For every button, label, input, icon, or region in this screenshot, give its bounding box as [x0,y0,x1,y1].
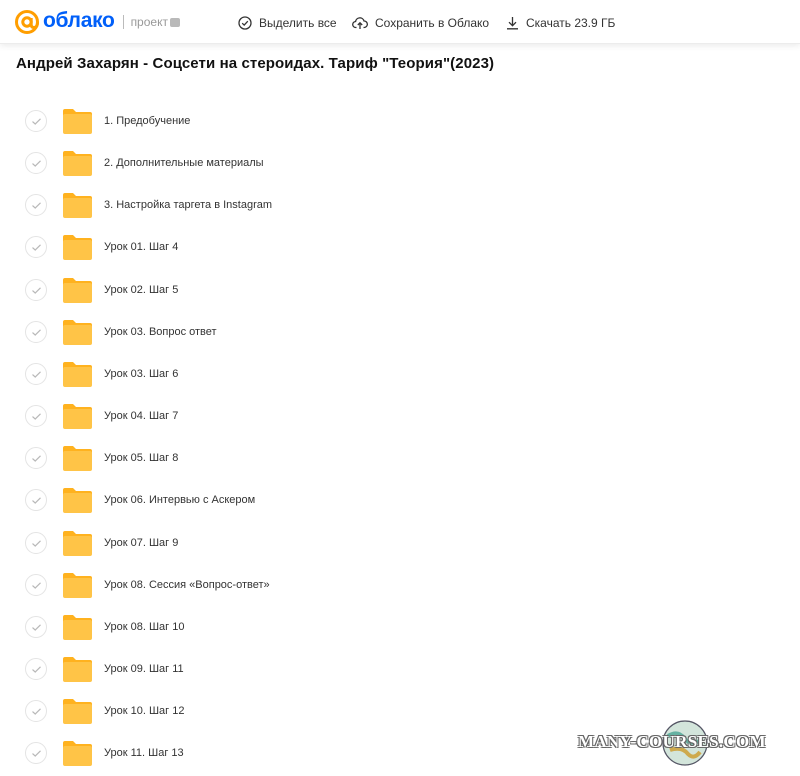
select-checkbox[interactable] [25,489,47,512]
folder-name: Урок 06. Интервью с Аскером [104,494,256,507]
select-checkbox[interactable] [25,615,47,638]
checkmark-icon [32,244,41,252]
download-icon [507,17,518,30]
save-to-cloud-label: Сохранить в Облако [375,16,490,30]
folder-name: Урок 11. Шаг 13 [104,747,184,760]
select-checkbox[interactable] [25,320,47,343]
checkmark-icon [32,118,41,125]
folder-icon [63,614,92,640]
folder-name: 3. Настройка таргета в Instagram [104,199,273,212]
folder-row[interactable]: 2. Дополнительные материалы [0,142,800,184]
select-checkbox[interactable] [25,278,47,301]
check-circle-icon [238,16,252,30]
folder-icon [63,656,92,682]
download-label: Скачать 23.9 ГБ [526,16,616,30]
folder-name: Урок 02. Шаг 5 [104,283,179,296]
folder-icon [63,488,92,514]
page-title: Андрей Захарян - Соцсети на стероидах. Т… [16,55,495,72]
folder-icon [63,193,92,219]
folder-icon [63,572,92,598]
checkmark-icon [32,455,41,463]
folder-row[interactable]: Урок 06. Интервью с Аскером [0,479,800,521]
folder-row[interactable]: Урок 01. Шаг 4 [0,226,800,268]
logo-subtitle: проект [130,15,168,29]
folder-icon [63,109,92,134]
folder-name: Урок 08. Шаг 10 [104,620,185,633]
save-to-cloud-button[interactable]: Сохранить в Облако [352,14,489,32]
checkmark-icon [32,708,41,715]
checkmark-icon [32,666,41,673]
folder-icon [63,404,92,430]
folder-name: Урок 10. Шаг 12 [104,705,185,718]
select-checkbox[interactable] [25,110,47,132]
folder-icon [63,741,92,767]
top-bar: облако проект Выделить все Сохранить в О… [0,0,800,44]
checkmark-icon [32,371,41,378]
folder-name: Урок 03. Вопрос ответ [104,325,217,338]
folder-row[interactable]: Урок 03. Шаг 6 [0,353,800,395]
select-checkbox[interactable] [25,573,47,596]
select-all-button[interactable]: Выделить все [238,14,337,32]
vk-badge-icon [169,17,180,27]
select-checkbox[interactable] [25,531,47,554]
select-checkbox[interactable] [25,152,47,175]
folder-row[interactable]: Урок 09. Шаг 11 [0,648,800,690]
checkmark-icon [32,624,41,631]
checkmark-icon [32,160,41,167]
select-checkbox[interactable] [25,405,47,428]
folder-name: 1. Предобучение [104,115,191,127]
folder-row[interactable]: Урок 02. Шаг 5 [0,269,800,311]
checkmark-icon [32,582,41,589]
folder-icon [63,699,92,725]
folder-icon [63,277,92,303]
folder-name: Урок 08. Сессия «Вопрос-ответ» [104,578,270,591]
folder-icon [63,235,92,261]
folder-icon [63,530,92,556]
select-checkbox[interactable] [25,236,47,259]
logo-divider [122,15,124,29]
checkmark-icon [32,202,41,210]
checkmark-icon [32,539,41,547]
folder-icon [63,151,92,177]
folder-row[interactable]: Урок 04. Шаг 7 [0,395,800,437]
checkmark-icon [32,286,41,294]
folder-name: Урок 07. Шаг 9 [104,536,179,549]
folder-row[interactable]: 3. Настройка таргета в Instagram [0,184,800,226]
folder-icon [63,319,92,345]
checkmark-icon [32,497,41,505]
checkmark-icon [32,329,41,336]
folder-name: Урок 09. Шаг 11 [104,662,184,675]
select-checkbox[interactable] [25,742,47,765]
folder-row[interactable]: Урок 08. Сессия «Вопрос-ответ» [0,564,800,606]
checkmark-icon [32,413,41,420]
cloud-logo[interactable]: облако проект [14,8,180,36]
folder-row[interactable]: Урок 08. Шаг 10 [0,606,800,648]
select-checkbox[interactable] [25,657,47,680]
folder-icon [63,361,92,387]
select-all-label: Выделить все [259,16,337,30]
watermark-text: MANY-COURSES.COM [578,732,766,751]
select-checkbox[interactable] [25,700,47,723]
cloud-upload-icon [352,17,368,29]
at-sign-logo-icon [15,10,39,34]
folder-name: Урок 05. Шаг 8 [104,452,179,465]
folder-icon [63,446,92,472]
folder-name: 2. Дополнительные материалы [104,157,264,170]
select-checkbox[interactable] [25,362,47,385]
download-button[interactable]: Скачать 23.9 ГБ [506,14,615,32]
folder-row[interactable]: 1. Предобучение [0,100,800,142]
checkmark-icon [32,750,41,758]
folder-name: Урок 03. Шаг 6 [104,367,179,380]
folder-row[interactable]: Урок 07. Шаг 9 [0,522,800,564]
folder-name: Урок 01. Шаг 4 [104,241,179,254]
folder-row[interactable]: Урок 05. Шаг 8 [0,437,800,479]
logo-text: облако [43,9,115,32]
select-checkbox[interactable] [25,447,47,470]
folder-name: Урок 04. Шаг 7 [104,410,179,423]
folder-row[interactable]: Урок 03. Вопрос ответ [0,311,800,353]
select-checkbox[interactable] [25,194,47,217]
